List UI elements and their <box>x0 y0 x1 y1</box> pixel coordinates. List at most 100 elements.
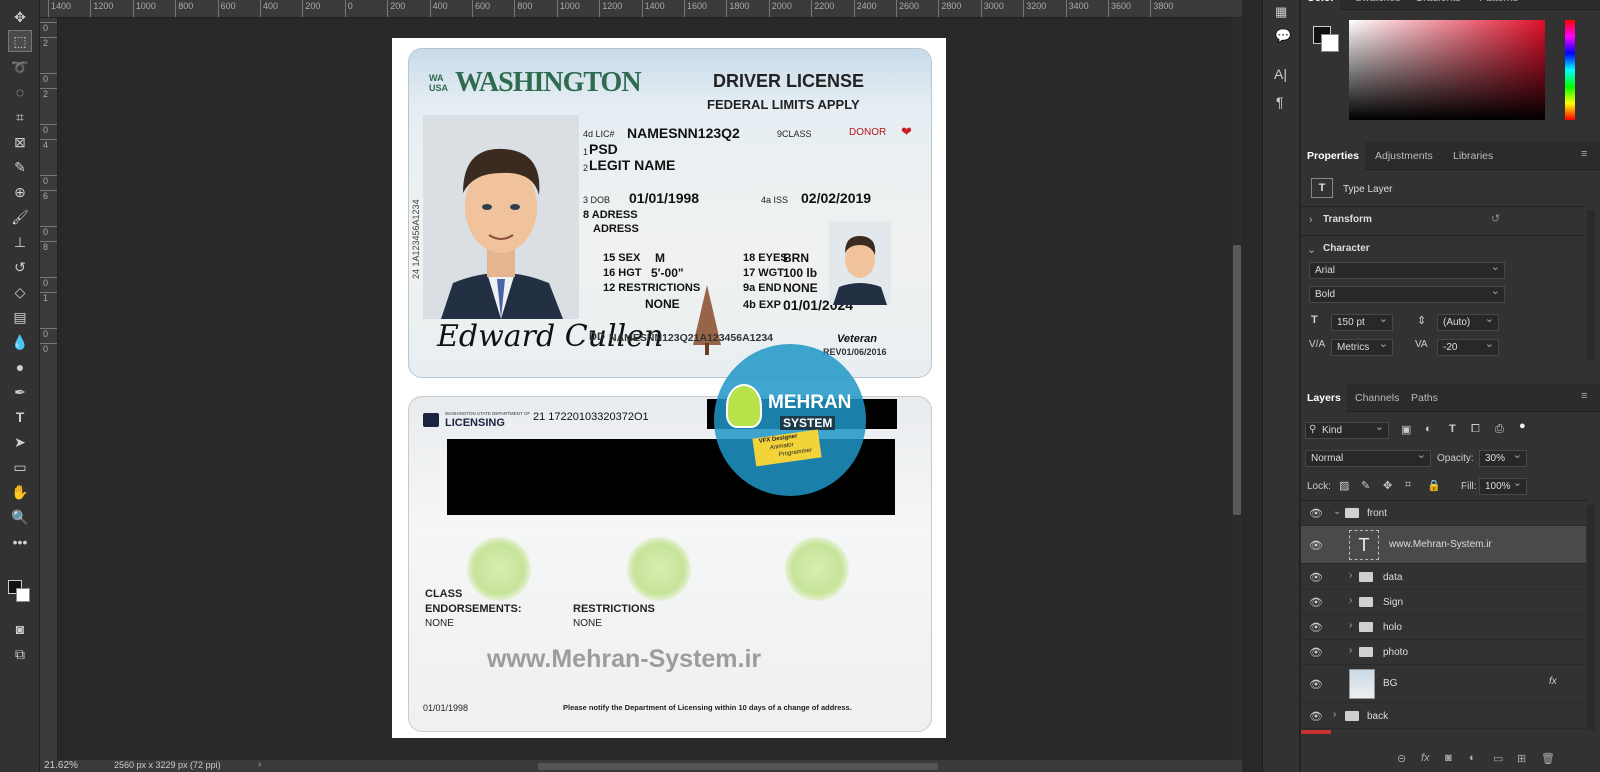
tab-properties[interactable]: Properties <box>1301 142 1365 170</box>
horizontal-scroll-thumb[interactable] <box>538 763 938 770</box>
new-layer-icon[interactable]: ⊞ <box>1517 752 1526 765</box>
tab-adjustments[interactable]: Adjustments <box>1369 142 1439 170</box>
brush-tool-icon[interactable]: 🖌 <box>8 206 32 228</box>
quick-mask-icon[interactable]: ◙ <box>8 618 32 640</box>
reset-icon[interactable]: ↺ <box>1491 212 1500 225</box>
frame-tool-icon[interactable]: ⊠ <box>8 131 32 153</box>
healing-brush-icon[interactable]: ⊕ <box>8 181 32 203</box>
filter-shape-icon[interactable]: ⧠ <box>1471 423 1480 436</box>
rectangle-tool-icon[interactable]: ▭ <box>8 456 32 478</box>
move-tool-icon[interactable]: ✥ <box>8 6 32 28</box>
comments-panel-icon[interactable]: 💬 <box>1275 28 1291 44</box>
lock-artboard-icon[interactable]: ⌗ <box>1405 479 1411 492</box>
panel-menu-icon[interactable]: ≡ <box>1581 148 1587 160</box>
blend-mode-select[interactable]: Normal <box>1305 448 1431 467</box>
more-tools-icon[interactable]: ••• <box>8 531 32 553</box>
expand-chevron-icon[interactable]: › <box>1349 645 1352 656</box>
filter-adjustment-icon[interactable]: ◐ <box>1425 423 1432 435</box>
tab-swatches[interactable]: Swatches <box>1349 0 1407 12</box>
visibility-eye-icon[interactable]: 👁 <box>1309 507 1323 520</box>
visibility-eye-icon[interactable]: 👁 <box>1309 710 1323 723</box>
layer-group-holo[interactable]: 👁 › holo <box>1301 615 1586 640</box>
new-adjustment-icon[interactable]: ◐ <box>1469 752 1476 764</box>
gradient-tool-icon[interactable]: ▤ <box>8 306 32 328</box>
expand-chevron-icon[interactable]: › <box>1349 595 1352 606</box>
history-panel-icon[interactable]: ▦ <box>1275 4 1287 20</box>
expand-chevron-icon[interactable]: › <box>1349 620 1352 631</box>
expand-chevron-icon[interactable]: › <box>1333 709 1336 720</box>
background-color-swatch[interactable] <box>16 588 30 602</box>
layer-group-data[interactable]: 👁 › data <box>1301 565 1586 590</box>
quick-select-icon[interactable]: ◌ <box>8 81 32 103</box>
visibility-eye-icon[interactable]: 👁 <box>1309 539 1323 552</box>
panel-background-swatch[interactable] <box>1321 34 1339 52</box>
zoom-tool-icon[interactable]: 🔍 <box>8 506 32 528</box>
type-tool-icon[interactable]: T <box>8 406 32 428</box>
link-layers-icon[interactable]: ⊝ <box>1397 752 1406 765</box>
tab-paths[interactable]: Paths <box>1405 384 1444 412</box>
visibility-eye-icon[interactable]: 👁 <box>1309 596 1323 609</box>
document[interactable]: WA USA WASHINGTON DRIVER LICENSE FEDERAL… <box>392 38 946 738</box>
screen-mode-icon[interactable]: ⧉ <box>8 643 32 665</box>
pen-tool-icon[interactable]: ✒ <box>8 381 32 403</box>
filter-pixel-icon[interactable]: ▣ <box>1401 423 1411 436</box>
status-arrow-icon[interactable]: › <box>258 759 261 770</box>
hand-tool-icon[interactable]: ✋ <box>8 481 32 503</box>
add-mask-icon[interactable]: ◙ <box>1445 752 1452 764</box>
tab-layers[interactable]: Layers <box>1301 384 1347 412</box>
tab-channels[interactable]: Channels <box>1349 384 1405 412</box>
marquee-tool-icon[interactable]: ⬚ <box>8 30 32 52</box>
paragraph-panel-icon[interactable]: ¶ <box>1276 94 1284 110</box>
character-section[interactable]: Character <box>1323 243 1370 254</box>
layer-group-front[interactable]: 👁 ⌄ front <box>1301 501 1586 526</box>
transform-section[interactable]: Transform <box>1323 214 1372 225</box>
lock-paint-icon[interactable]: ✎ <box>1361 479 1370 492</box>
visibility-eye-icon[interactable]: 👁 <box>1309 646 1323 659</box>
lasso-tool-icon[interactable]: ➰ <box>8 56 32 78</box>
history-brush-icon[interactable]: ↺ <box>8 256 32 278</box>
expand-chevron-icon[interactable]: ⌄ <box>1333 506 1341 517</box>
visibility-eye-icon[interactable]: 👁 <box>1309 678 1323 691</box>
tracking-select[interactable]: -20 <box>1437 337 1499 356</box>
filter-toggle-icon[interactable]: ● <box>1519 420 1526 432</box>
font-size-select[interactable]: 150 pt <box>1331 312 1393 331</box>
font-family-select[interactable]: Arial <box>1309 260 1505 279</box>
filter-type-icon[interactable]: T <box>1449 423 1456 435</box>
character-chevron-icon[interactable]: ⌄ <box>1307 243 1316 256</box>
layer-group-photo[interactable]: 👁 › photo <box>1301 640 1586 665</box>
lock-position-icon[interactable]: ✥ <box>1383 479 1392 492</box>
eraser-icon[interactable]: ◇ <box>8 281 32 303</box>
filter-smart-icon[interactable]: ⎙ <box>1495 423 1504 436</box>
character-panel-icon[interactable]: A| <box>1274 66 1287 82</box>
layer-filter-select[interactable]: Kind <box>1305 420 1389 439</box>
transform-chevron-icon[interactable]: › <box>1309 214 1313 226</box>
dodge-tool-icon[interactable]: ● <box>8 356 32 378</box>
eyedropper-icon[interactable]: ✎ <box>8 156 32 178</box>
visibility-eye-icon[interactable]: 👁 <box>1309 571 1323 584</box>
stamp-tool-icon[interactable]: ⊥ <box>8 231 32 253</box>
tab-color[interactable]: Color <box>1301 0 1341 12</box>
crop-tool-icon[interactable]: ⌗ <box>8 106 32 128</box>
layers-scrollbar[interactable] <box>1587 505 1595 730</box>
layer-bg[interactable]: 👁 BG fx <box>1301 665 1586 703</box>
layers-menu-icon[interactable]: ≡ <box>1581 390 1587 402</box>
fill-field[interactable]: 100% <box>1479 476 1527 495</box>
layer-group-back[interactable]: 👁 › back <box>1301 704 1586 729</box>
expand-chevron-icon[interactable]: › <box>1349 570 1352 581</box>
layer-text-selected[interactable]: 👁 T www.Mehran-System.ir <box>1301 526 1586 564</box>
visibility-eye-icon[interactable]: 👁 <box>1309 621 1323 634</box>
add-style-icon[interactable]: fx <box>1421 752 1430 764</box>
leading-select[interactable]: (Auto) <box>1437 312 1499 331</box>
tab-libraries[interactable]: Libraries <box>1447 142 1499 170</box>
opacity-field[interactable]: 30% <box>1479 448 1527 467</box>
fx-icon[interactable]: fx <box>1549 676 1557 687</box>
kerning-select[interactable]: Metrics <box>1331 337 1393 356</box>
delete-layer-icon[interactable]: 🗑 <box>1541 752 1555 765</box>
hue-slider[interactable] <box>1565 20 1575 120</box>
lock-all-icon[interactable]: 🔒 <box>1427 479 1441 492</box>
zoom-level[interactable]: 21.62% <box>44 760 78 771</box>
path-select-icon[interactable]: ➤ <box>8 431 32 453</box>
layer-group-sign[interactable]: 👁 › Sign <box>1301 590 1586 615</box>
canvas-scroll-thumb[interactable] <box>1233 245 1241 515</box>
tab-patterns[interactable]: Patterns <box>1473 0 1524 12</box>
